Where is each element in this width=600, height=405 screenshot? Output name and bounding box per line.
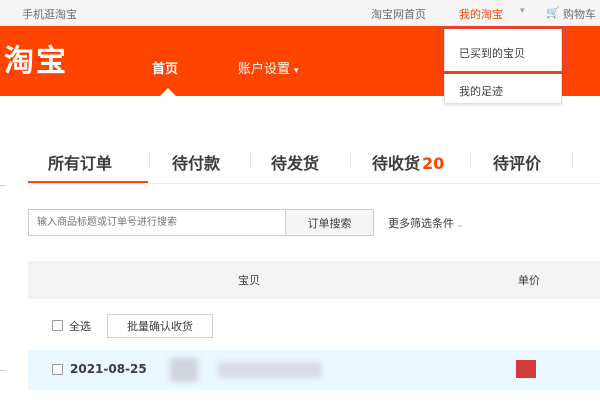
blurred-icon [170,358,198,382]
order-tabs: 所有订单 待付款 待发货 待收货 20 待评价 [0,130,600,184]
tab-pending-shipment[interactable]: 待发货 [271,150,319,174]
taobao-logo[interactable]: 淘宝 [4,36,68,80]
nav-account-settings-label: 账户设置 [238,62,291,77]
taobao-home-link[interactable]: 淘宝网首页 [371,6,426,22]
more-filters-label: 更多筛选条件 [388,217,454,230]
select-all-label: 全选 [69,320,91,333]
chevron-down-icon: ⌄ [456,220,464,230]
order-search-button[interactable]: 订单搜索 [286,209,374,236]
highlight-box [437,26,567,74]
tab-pending-payment[interactable]: 待付款 [172,150,220,174]
tab-divider [350,152,351,168]
tab-pending-receipt[interactable]: 待收货 20 [372,150,444,174]
column-header-item: 宝贝 [238,274,260,287]
tab-pending-receipt-label: 待收货 [372,154,421,173]
tab-divider [250,152,251,168]
chevron-down-icon: ▾ [294,66,299,76]
order-row: 2021-08-25 [28,350,600,390]
edge-mark [0,370,6,371]
my-taobao-link[interactable]: 我的淘宝 [459,6,503,22]
cart-icon: 🛒 [546,6,560,19]
cart-link[interactable]: 购物车 [563,6,596,22]
more-filters-toggle[interactable]: 更多筛选条件 ⌄ [388,215,464,231]
tab-divider [470,152,471,168]
order-date: 2021-08-25 [70,362,147,376]
edge-mark [0,185,6,186]
tab-all-orders[interactable]: 所有订单 [48,150,112,174]
order-search-input[interactable] [28,209,286,236]
tab-pending-review[interactable]: 待评价 [493,150,541,174]
mobile-taobao-link[interactable]: 手机逛淘宝 [22,6,77,22]
status-badge [516,360,536,378]
batch-confirm-button[interactable]: 批量确认收货 [107,314,213,338]
select-all-checkbox[interactable] [52,320,63,331]
blurred-order-info [218,362,322,378]
pending-receipt-count: 20 [422,154,445,173]
tab-divider [572,152,573,168]
chevron-down-icon: ▾ [520,6,525,16]
column-header-price: 单价 [518,274,540,287]
order-checkbox[interactable] [52,364,63,375]
active-nav-indicator [160,88,176,96]
tab-divider [149,152,150,168]
table-header: 宝贝 单价 [28,261,600,299]
top-bar: 手机逛淘宝 淘宝网首页 我的淘宝 ▾ 🛒 购物车 [0,0,600,26]
nav-home[interactable]: 首页 [152,58,178,77]
tabs-divider [28,183,600,184]
nav-account-settings[interactable]: 账户设置 ▾ [238,58,299,77]
menu-item-footprint[interactable]: 我的足迹 [459,83,503,99]
